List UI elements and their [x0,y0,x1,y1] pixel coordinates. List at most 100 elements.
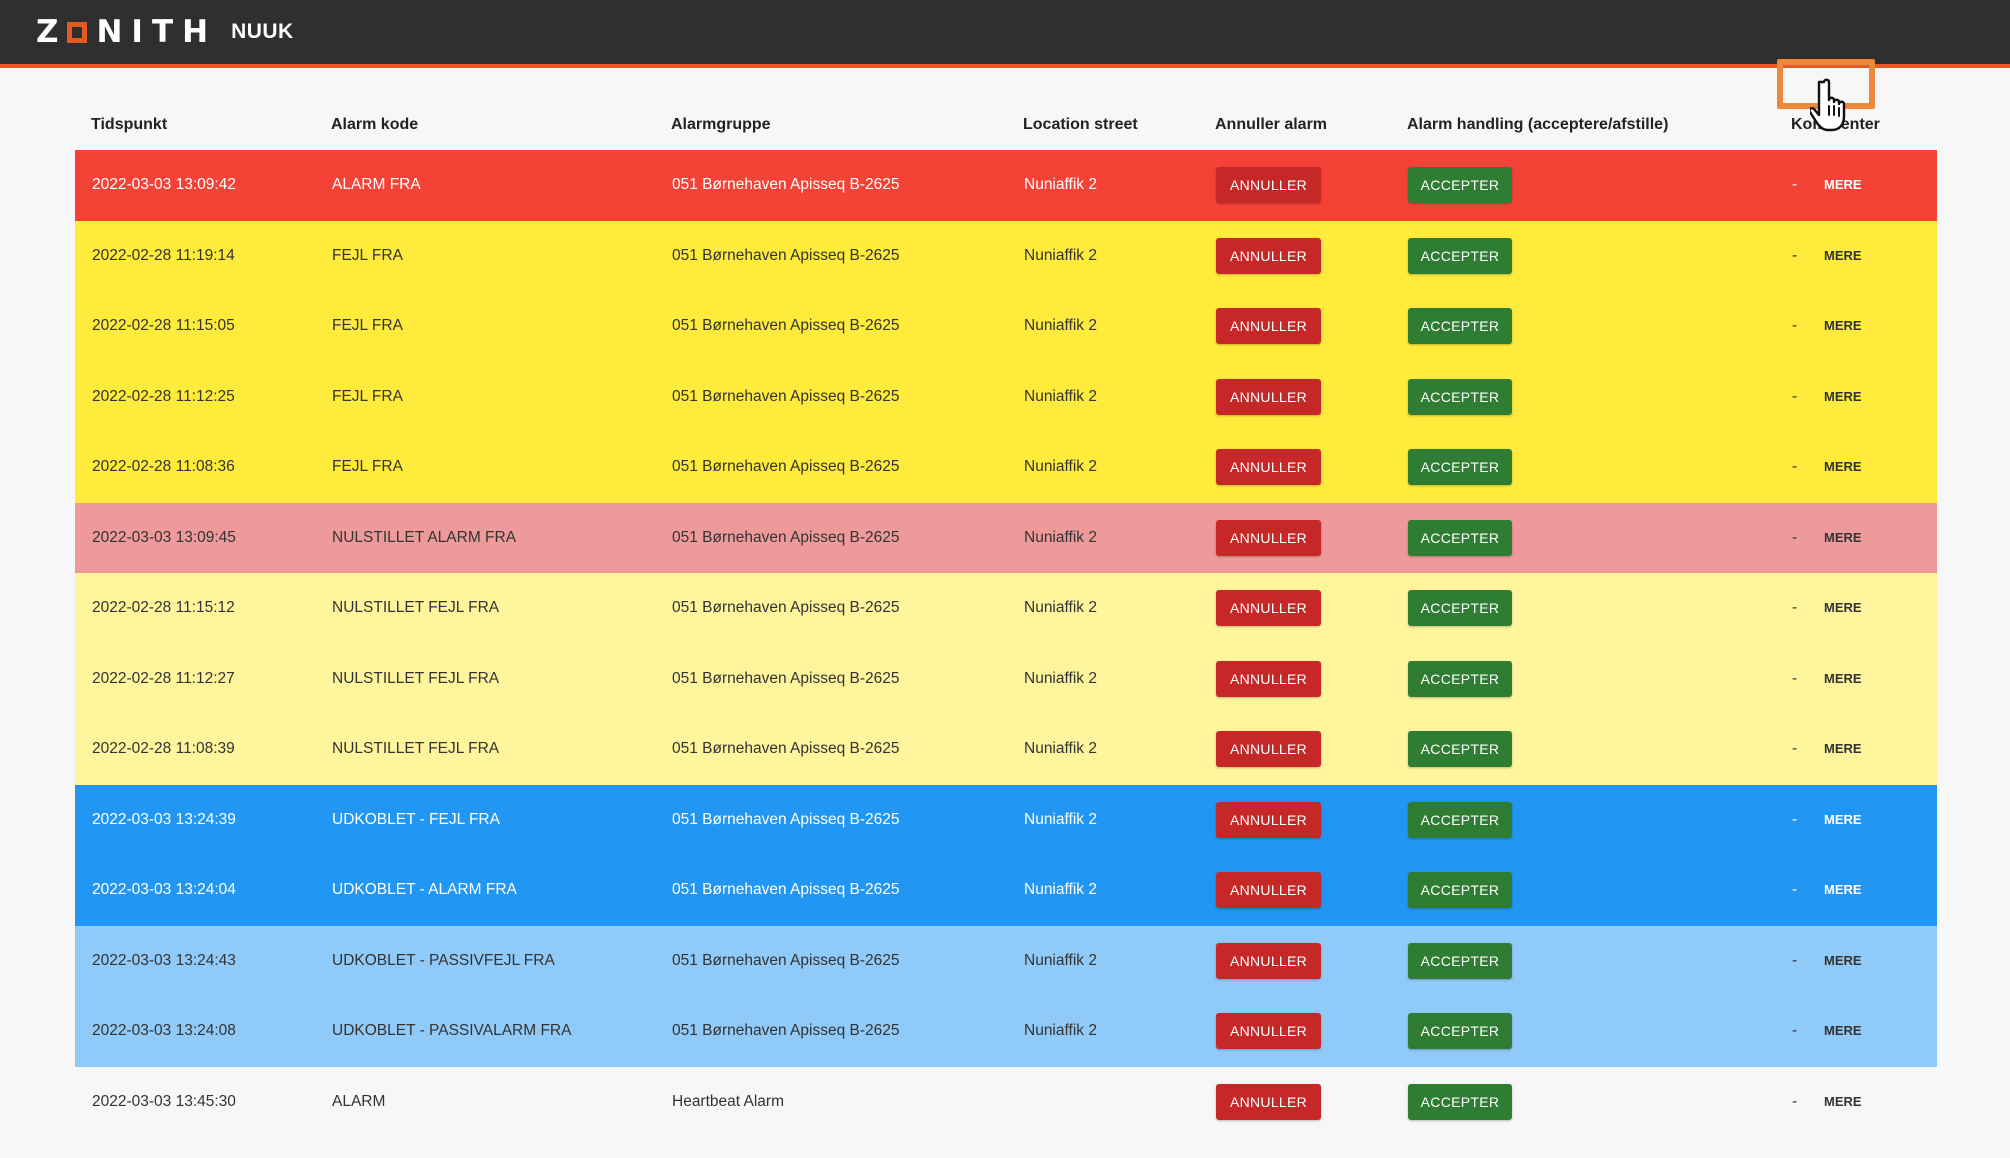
comment-text: - [1792,317,1798,335]
cell-alarm-code: NULSTILLET ALARM FRA [315,502,655,573]
cell-comment: - MERE [1775,150,1937,221]
comment-text: - [1792,810,1798,828]
accept-alarm-button[interactable]: ACCEPTER [1408,801,1512,838]
more-button[interactable]: MERE [1818,592,1868,624]
accept-alarm-button[interactable]: ACCEPTER [1408,519,1512,556]
cancel-alarm-button[interactable]: ANNULLER [1216,378,1321,415]
more-button[interactable]: MERE [1818,663,1868,695]
cancel-alarm-button[interactable]: ANNULLER [1216,308,1321,345]
cell-alarm-code: ALARM FRA [315,150,655,221]
cell-accept: ACCEPTER [1391,573,1775,644]
more-button[interactable]: MERE [1818,1015,1868,1047]
accept-alarm-button[interactable]: ACCEPTER [1408,872,1512,909]
cell-alarm-group: 051 Børnehaven Apisseq B-2625 [655,502,1007,573]
table-row: 2022-02-28 11:08:36 FEJL FRA 051 Børneha… [75,432,1937,503]
more-button[interactable]: MERE [1818,169,1868,201]
cell-comment: - MERE [1775,925,1937,996]
alarm-table-container: Tidspunkt Alarm kode Alarmgruppe Locatio… [75,100,1937,1137]
cell-location-street: Nuniaffik 2 [1007,643,1199,714]
cell-accept: ACCEPTER [1391,855,1775,926]
cell-comment: - MERE [1775,714,1937,785]
zonith-logo: Z NITH [36,14,218,50]
accept-alarm-button[interactable]: ACCEPTER [1408,167,1512,204]
cell-alarm-code: ALARM [315,1066,655,1137]
cell-comment: - MERE [1775,502,1937,573]
cell-comment: - MERE [1775,220,1937,291]
table-row: 2022-03-03 13:09:42 ALARM FRA 051 Børneh… [75,150,1937,221]
column-header-cancel-alarm: Annuller alarm [1215,116,1328,133]
cell-location-street: Nuniaffik 2 [1007,714,1199,785]
cancel-alarm-button[interactable]: ANNULLER [1216,1013,1321,1050]
table-header-row: Tidspunkt Alarm kode Alarmgruppe Locatio… [75,100,1937,150]
column-header-alarm-action: Alarm handling (acceptere/afstille) [1407,116,1669,133]
accept-alarm-button[interactable]: ACCEPTER [1408,660,1512,697]
cancel-alarm-button[interactable]: ANNULLER [1216,590,1321,627]
cancel-alarm-button[interactable]: ANNULLER [1216,1083,1321,1120]
accept-alarm-button[interactable]: ACCEPTER [1408,1013,1512,1050]
accept-alarm-button[interactable]: ACCEPTER [1408,942,1512,979]
cell-time: 2022-02-28 11:15:12 [75,573,315,644]
more-button[interactable]: MERE [1818,945,1868,977]
cancel-alarm-button[interactable]: ANNULLER [1216,449,1321,486]
more-button[interactable]: MERE [1818,381,1868,413]
cell-accept: ACCEPTER [1391,361,1775,432]
cell-location-street: Nuniaffik 2 [1007,925,1199,996]
cell-location-street: Nuniaffik 2 [1007,573,1199,644]
cell-cancel: ANNULLER [1199,643,1391,714]
cell-cancel: ANNULLER [1199,502,1391,573]
cell-alarm-code: UDKOBLET - PASSIVALARM FRA [315,996,655,1067]
cell-time: 2022-03-03 13:09:45 [75,502,315,573]
more-button[interactable]: MERE [1818,874,1868,906]
table-row: 2022-02-28 11:15:05 FEJL FRA 051 Børneha… [75,291,1937,362]
comment-text: - [1792,1092,1798,1110]
cancel-alarm-button[interactable]: ANNULLER [1216,801,1321,838]
more-button[interactable]: MERE [1818,804,1868,836]
cell-comment: - MERE [1775,291,1937,362]
more-button[interactable]: MERE [1818,1086,1868,1118]
accept-alarm-button[interactable]: ACCEPTER [1408,731,1512,768]
more-button[interactable]: MERE [1818,733,1868,765]
cancel-alarm-button[interactable]: ANNULLER [1216,167,1321,204]
cell-comment: - MERE [1775,643,1937,714]
column-header-location-street: Location street [1023,116,1138,133]
cancel-alarm-button[interactable]: ANNULLER [1216,731,1321,768]
accept-alarm-button[interactable]: ACCEPTER [1408,308,1512,345]
cancel-alarm-button[interactable]: ANNULLER [1216,660,1321,697]
cell-cancel: ANNULLER [1199,361,1391,432]
cell-location-street: Nuniaffik 2 [1007,996,1199,1067]
cell-cancel: ANNULLER [1199,996,1391,1067]
accept-alarm-button[interactable]: ACCEPTER [1408,378,1512,415]
table-row: 2022-02-28 11:08:39 NULSTILLET FEJL FRA … [75,714,1937,785]
cancel-alarm-button[interactable]: ANNULLER [1216,237,1321,274]
accept-alarm-button[interactable]: ACCEPTER [1408,1083,1512,1120]
table-row: 2022-02-28 11:15:12 NULSTILLET FEJL FRA … [75,573,1937,644]
cancel-alarm-button[interactable]: ANNULLER [1216,872,1321,909]
cancel-alarm-button[interactable]: ANNULLER [1216,942,1321,979]
cell-alarm-group: 051 Børnehaven Apisseq B-2625 [655,361,1007,432]
cell-time: 2022-03-03 13:24:43 [75,925,315,996]
accept-alarm-button[interactable]: ACCEPTER [1408,237,1512,274]
cell-location-street: Nuniaffik 2 [1007,150,1199,221]
more-button[interactable]: MERE [1818,240,1868,272]
cell-comment: - MERE [1775,784,1937,855]
more-button[interactable]: MERE [1818,522,1868,554]
cell-accept: ACCEPTER [1391,502,1775,573]
cell-location-street: Nuniaffik 2 [1007,220,1199,291]
more-button[interactable]: MERE [1818,310,1868,342]
cell-location-street: Nuniaffik 2 [1007,432,1199,503]
cancel-alarm-button[interactable]: ANNULLER [1216,519,1321,556]
cell-cancel: ANNULLER [1199,432,1391,503]
cell-location-street: Nuniaffik 2 [1007,855,1199,926]
cell-cancel: ANNULLER [1199,1066,1391,1137]
cell-time: 2022-02-28 11:08:39 [75,714,315,785]
table-row: 2022-02-28 11:12:25 FEJL FRA 051 Børneha… [75,361,1937,432]
comment-text: - [1792,387,1798,405]
table-row: 2022-02-28 11:12:27 NULSTILLET FEJL FRA … [75,643,1937,714]
cell-cancel: ANNULLER [1199,925,1391,996]
more-button[interactable]: MERE [1818,451,1868,483]
accept-alarm-button[interactable]: ACCEPTER [1408,449,1512,486]
cell-location-street: Nuniaffik 2 [1007,784,1199,855]
accept-alarm-button[interactable]: ACCEPTER [1408,590,1512,627]
alarm-table: Tidspunkt Alarm kode Alarmgruppe Locatio… [75,100,1937,1137]
cell-cancel: ANNULLER [1199,714,1391,785]
